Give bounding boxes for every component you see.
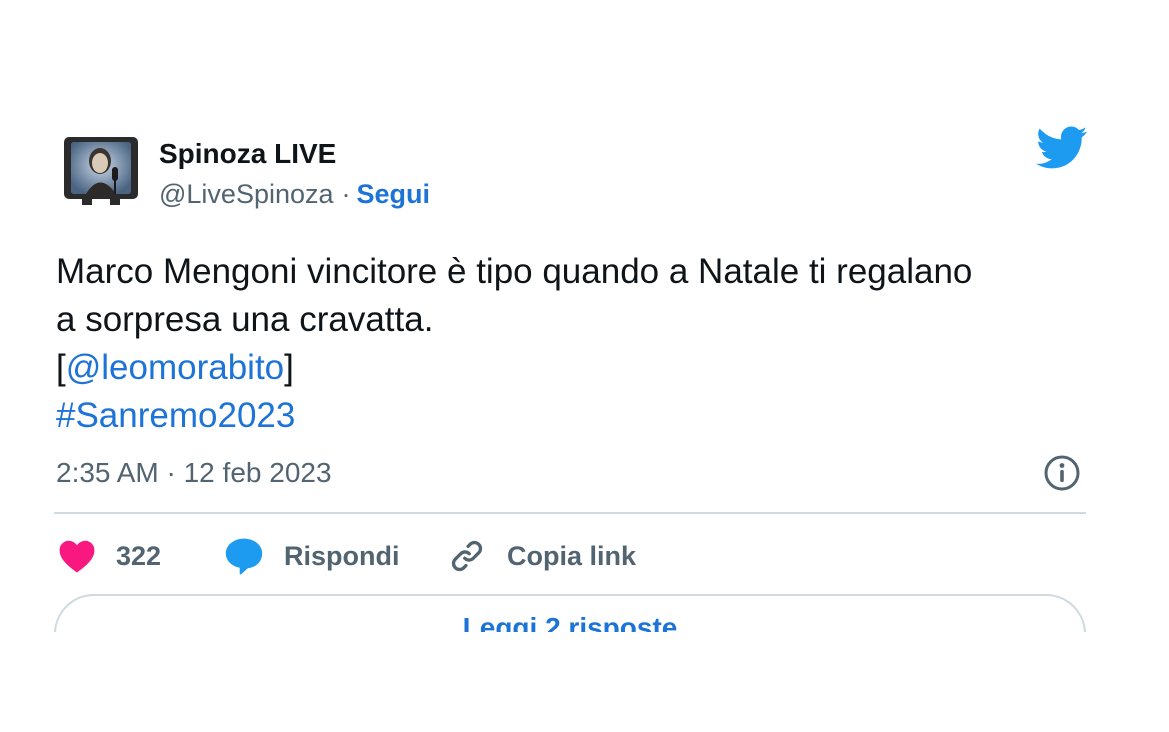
author-name[interactable]: Spinoza LIVE	[159, 136, 336, 172]
link-icon	[451, 540, 483, 572]
tweet-text-line: a sorpresa una cravatta.	[56, 300, 434, 339]
copy-link-button[interactable]: Copia link	[449, 534, 636, 578]
twitter-bird-icon[interactable]	[1036, 126, 1088, 170]
tweet-hashtag-line: #Sanremo2023	[56, 392, 1106, 440]
divider	[54, 512, 1086, 514]
mention-link[interactable]: @leomorabito	[66, 348, 284, 387]
reply-button[interactable]: Rispondi	[224, 534, 400, 578]
hashtag-link[interactable]: #Sanremo2023	[56, 396, 295, 435]
heart-icon	[59, 540, 95, 573]
author-handle-row: @LiveSpinoza · Segui	[159, 176, 430, 212]
tweet-text: Marco Mengoni vincitore è tipo quando a …	[56, 248, 1106, 440]
speech-bubble-icon	[225, 538, 263, 575]
read-replies-button[interactable]: Leggi 2 risposte	[54, 594, 1086, 632]
copy-link-label: Copia link	[507, 540, 637, 571]
bracket-open: [	[56, 348, 66, 387]
like-button[interactable]: 322	[58, 534, 161, 578]
tweet-mention-line: [@leomorabito]	[56, 344, 1106, 392]
author-handle[interactable]: @LiveSpinoza	[159, 179, 334, 209]
tweet-text-line: Marco Mengoni vincitore è tipo quando a …	[56, 252, 973, 291]
like-count: 322	[116, 540, 162, 571]
avatar[interactable]	[62, 131, 142, 211]
tv-portrait-avatar-icon	[64, 137, 138, 205]
bracket-close: ]	[284, 348, 294, 387]
handle-separator: ·	[341, 179, 351, 209]
info-icon[interactable]	[1043, 454, 1081, 492]
tweet-timestamp[interactable]: 2:35 AM · 12 feb 2023	[56, 455, 332, 491]
reply-label: Rispondi	[284, 540, 400, 571]
follow-button[interactable]: Segui	[357, 179, 431, 209]
replies-button-container: Leggi 2 risposte	[54, 594, 1086, 632]
